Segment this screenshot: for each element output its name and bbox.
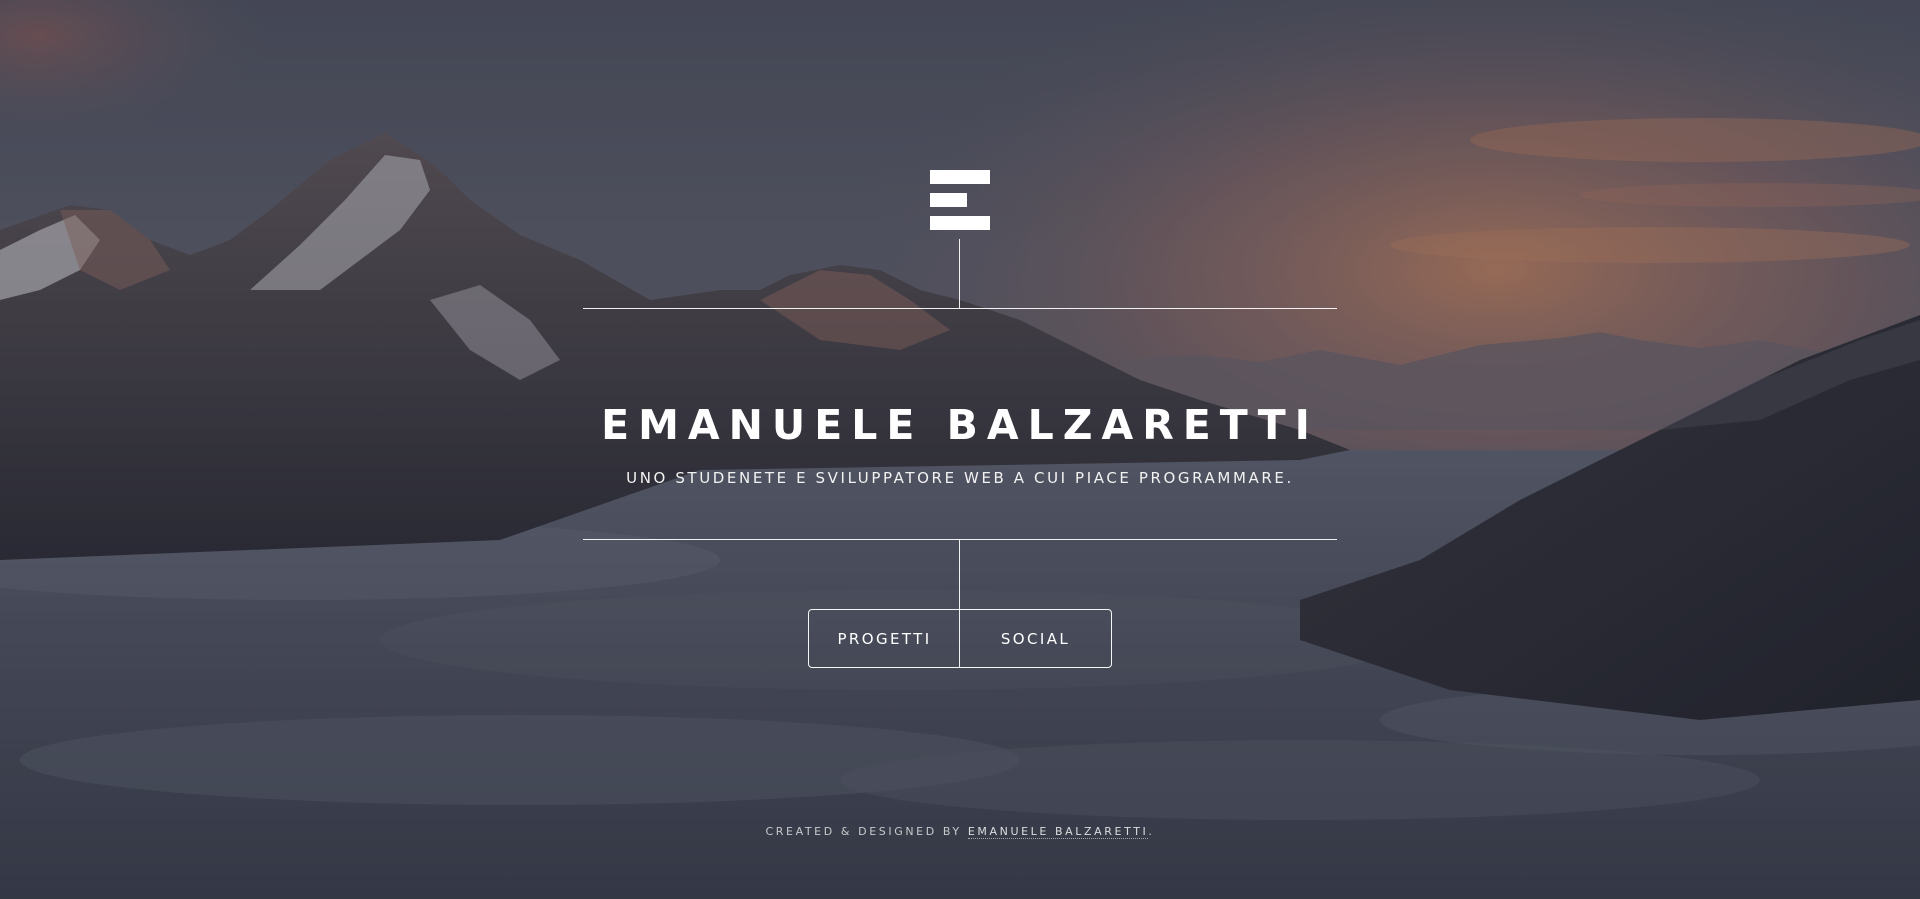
- footer-credit-suffix: .: [1148, 825, 1155, 838]
- page-title: EMANUELE BALZARETTI: [601, 401, 1319, 450]
- social-button[interactable]: SOCIAL: [960, 610, 1111, 667]
- bottom-divider: [583, 539, 1337, 540]
- main-nav: PROGETTI SOCIAL: [808, 609, 1112, 668]
- top-divider: [583, 308, 1337, 309]
- landing-page: EMANUELE BALZARETTI UNO STUDENETE E SVIL…: [0, 0, 1920, 899]
- e-bars-logo-icon: [930, 170, 990, 231]
- footer-credit-prefix: CREATED & DESIGNED BY: [765, 825, 968, 838]
- page-subtitle: UNO STUDENETE E SVILUPPATORE WEB A CUI P…: [626, 469, 1294, 487]
- footer-credit: CREATED & DESIGNED BY EMANUELE BALZARETT…: [0, 825, 1920, 839]
- logo-connector-line: [959, 239, 960, 308]
- footer-author-link[interactable]: EMANUELE BALZARETTI: [967, 825, 1149, 839]
- projects-button[interactable]: PROGETTI: [809, 610, 960, 667]
